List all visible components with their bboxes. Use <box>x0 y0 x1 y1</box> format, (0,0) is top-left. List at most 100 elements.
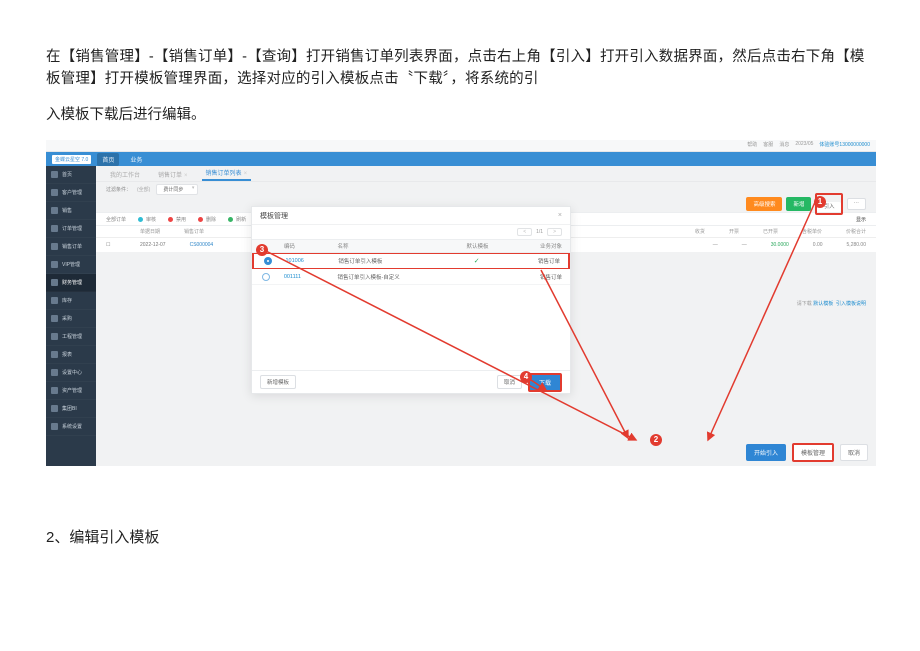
sidebar-label: 销售 <box>62 207 72 214</box>
close-icon[interactable]: × <box>184 173 188 179</box>
callout-3: 3 <box>256 244 268 256</box>
sidebar-label: 系统设置 <box>62 423 82 430</box>
nav-icon <box>51 423 58 430</box>
start-import-button[interactable]: 开始引入 <box>746 444 786 461</box>
sidebar-item[interactable]: 系统设置 <box>46 418 96 436</box>
instruction-paragraph-1: 在【销售管理】-【销售订单】-【查询】打开销售订单列表界面，点击右上角【引入】打… <box>46 46 874 90</box>
nav-icon <box>51 315 58 322</box>
topbar-link[interactable]: 客服 <box>763 141 773 148</box>
sidebar-item[interactable]: 首页 <box>46 166 96 184</box>
row-checkbox[interactable]: ☐ <box>106 242 116 248</box>
tool-display[interactable]: 显示 <box>856 216 866 223</box>
sidebar-item[interactable]: 销售订单 <box>46 238 96 256</box>
cell: 5,280.00 <box>847 242 866 248</box>
th: 含税单价 <box>802 228 822 235</box>
topbar-user-link[interactable]: 体验账号13000000000 <box>819 141 870 148</box>
cancel-button[interactable]: 取消 <box>840 444 868 461</box>
filter-select[interactable]: 费计同步 <box>156 184 198 195</box>
nav-icon <box>51 387 58 394</box>
subtab-active[interactable]: 销售订单列表× <box>202 166 252 181</box>
template-manage-dialog: 模板管理 × < 1/1 > 编码 名称 默认模板 业务对象 101006 销售… <box>251 206 571 394</box>
template-manage-button[interactable]: 模板管理 <box>792 443 834 462</box>
cell-date: 2022-12-07 <box>140 242 166 248</box>
cell: 0.00 <box>813 242 823 248</box>
dialog-header: 模板管理 × <box>252 207 570 225</box>
nav-icon <box>51 261 58 268</box>
bluebar-tab-app[interactable]: 业务 <box>125 153 147 166</box>
subtab[interactable]: 销售订单× <box>154 168 192 181</box>
sidebar-item[interactable]: 订单管理 <box>46 220 96 238</box>
dot-icon <box>198 217 203 222</box>
template-obj: 销售订单 <box>497 257 568 265</box>
sidebar-item[interactable]: 客户管理 <box>46 184 96 202</box>
dialog-table-head: 编码 名称 默认模板 业务对象 <box>252 239 570 253</box>
dialog-close-icon[interactable]: × <box>558 212 562 219</box>
hint-link1[interactable]: 默认模板 <box>813 301 833 307</box>
cell-order-link[interactable]: CS000004 <box>190 242 214 248</box>
topbar-link[interactable]: 消息 <box>779 141 789 148</box>
sidebar-item-active[interactable]: 财务管理 <box>46 274 96 292</box>
nav-icon <box>51 351 58 358</box>
sidebar-label: 首页 <box>62 171 72 178</box>
dialog-spacer <box>252 285 570 371</box>
dialog-cancel-button[interactable]: 取消 <box>497 375 522 389</box>
dth: 编码 <box>280 242 338 250</box>
download-button[interactable]: 下载 <box>528 373 562 392</box>
cell: — <box>713 242 718 248</box>
nav-icon <box>51 279 58 286</box>
subtab-label: 销售订单列表 <box>206 171 242 177</box>
tool-label: 刷新 <box>236 216 246 223</box>
template-name: 销售订单引入模板 <box>338 257 456 265</box>
pager-next[interactable]: > <box>547 228 562 236</box>
dialog-pager: < 1/1 > <box>252 225 570 239</box>
bluebar-tab-home[interactable]: 首页 <box>97 153 119 166</box>
template-row[interactable]: 001111 销售订单引入模板-自定义 销售订单 <box>252 269 570 285</box>
nav-icon <box>51 225 58 232</box>
sidebar-label: 集团BI <box>62 405 77 412</box>
tool-link[interactable]: 审核 <box>138 216 156 223</box>
template-obj: 销售订单 <box>498 273 570 281</box>
sidebar-item[interactable]: 资产管理 <box>46 382 96 400</box>
template-row-selected[interactable]: 101006 销售订单引入模板 ✓ 销售订单 <box>252 253 570 269</box>
th: 销售订单 <box>184 228 204 235</box>
sidebar-item[interactable]: 设置中心 <box>46 364 96 382</box>
sidebar-item[interactable]: 销售 <box>46 202 96 220</box>
sidebar-item[interactable]: 集团BI <box>46 400 96 418</box>
hint-text: 请下载 <box>797 301 812 307</box>
tool-link[interactable]: 禁用 <box>168 216 186 223</box>
dot-icon <box>168 217 173 222</box>
advanced-search-button[interactable]: 高级搜索 <box>746 197 782 211</box>
sidebar-label: 设置中心 <box>62 369 82 376</box>
sidebar-item[interactable]: 报表 <box>46 346 96 364</box>
pager-prev[interactable]: < <box>517 228 532 236</box>
callout-4: 4 <box>520 371 532 383</box>
radio-icon[interactable] <box>262 273 270 281</box>
more-button[interactable]: ⋯ <box>847 198 867 210</box>
tool-label: 禁用 <box>176 216 186 223</box>
tool-link[interactable]: 全部订单 <box>106 216 126 223</box>
nav-icon <box>51 297 58 304</box>
tool-link[interactable]: 刷新 <box>228 216 246 223</box>
sidebar-item[interactable]: 库存 <box>46 292 96 310</box>
new-button[interactable]: 新增 <box>786 197 811 211</box>
tool-link[interactable]: 删除 <box>198 216 216 223</box>
template-id[interactable]: 101006 <box>281 258 338 264</box>
hint-link2[interactable]: 引入模板说明 <box>836 301 866 307</box>
embedded-screenshot: 帮助 客服 消息 2023/05 体验账号13000000000 金蝶云星空 7… <box>46 140 876 466</box>
close-icon[interactable]: × <box>244 171 248 177</box>
left-sidebar: 首页 客户管理 销售 订单管理 销售订单 VIP管理 财务管理 库存 采购 工程… <box>46 166 96 466</box>
sidebar-item[interactable]: 采购 <box>46 310 96 328</box>
new-template-button[interactable]: 新增模板 <box>260 375 296 389</box>
sidebar-item[interactable]: 工程管理 <box>46 328 96 346</box>
document-page: 在【销售管理】-【销售订单】-【查询】打开销售订单列表界面，点击右上角【引入】打… <box>0 0 920 651</box>
template-id[interactable]: 001111 <box>280 274 338 280</box>
radio-icon[interactable] <box>264 257 272 265</box>
topbar-link[interactable]: 帮助 <box>747 141 757 148</box>
template-name: 销售订单引入模板-自定义 <box>337 273 456 281</box>
sidebar-item[interactable]: VIP管理 <box>46 256 96 274</box>
app-logo: 金蝶云星空 7.0 <box>52 155 91 164</box>
nav-icon <box>51 189 58 196</box>
subtab[interactable]: 我的工作台 <box>106 168 144 181</box>
nav-icon <box>51 207 58 214</box>
sidebar-label: VIP管理 <box>62 261 80 268</box>
